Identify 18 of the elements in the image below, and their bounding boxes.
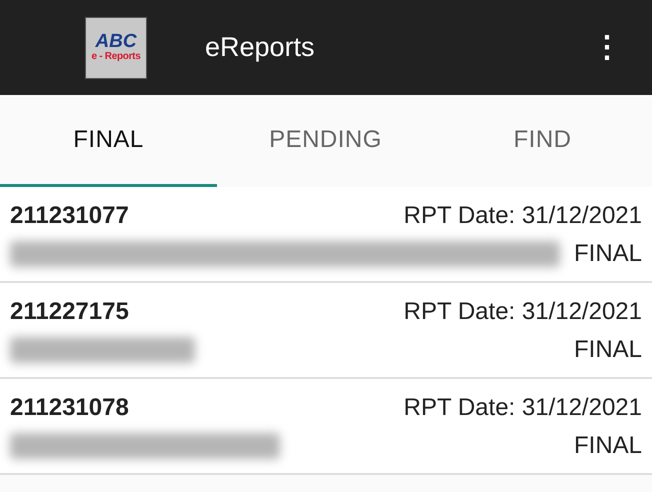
report-number: 211231077 — [10, 202, 129, 230]
report-number: 211231078 — [10, 394, 129, 422]
report-row[interactable]: 211227175 RPT Date: 31/12/2021 FINAL — [0, 283, 652, 379]
report-date: RPT Date: 31/12/2021 — [404, 298, 642, 326]
overflow-menu-button[interactable]: ⋮ — [588, 32, 626, 62]
logo-text: ABC — [95, 32, 137, 51]
app-title: eReports — [205, 32, 316, 63]
report-row[interactable]: 211231078 RPT Date: 31/12/2021 FINAL — [0, 379, 652, 475]
tab[interactable]: FIND — [434, 95, 651, 187]
tab[interactable]: PENDING — [217, 95, 434, 187]
report-status: FINAL — [574, 240, 642, 268]
report-row[interactable]: 211231077 RPT Date: 31/12/2021 FINAL — [0, 187, 652, 283]
report-number: 211227175 — [10, 298, 129, 326]
report-status: FINAL — [574, 432, 642, 460]
logo-subtitle: e - Reports — [92, 51, 140, 63]
report-date: RPT Date: 31/12/2021 — [404, 202, 642, 230]
report-status: FINAL — [574, 336, 642, 364]
report-date: RPT Date: 31/12/2021 — [404, 394, 642, 422]
